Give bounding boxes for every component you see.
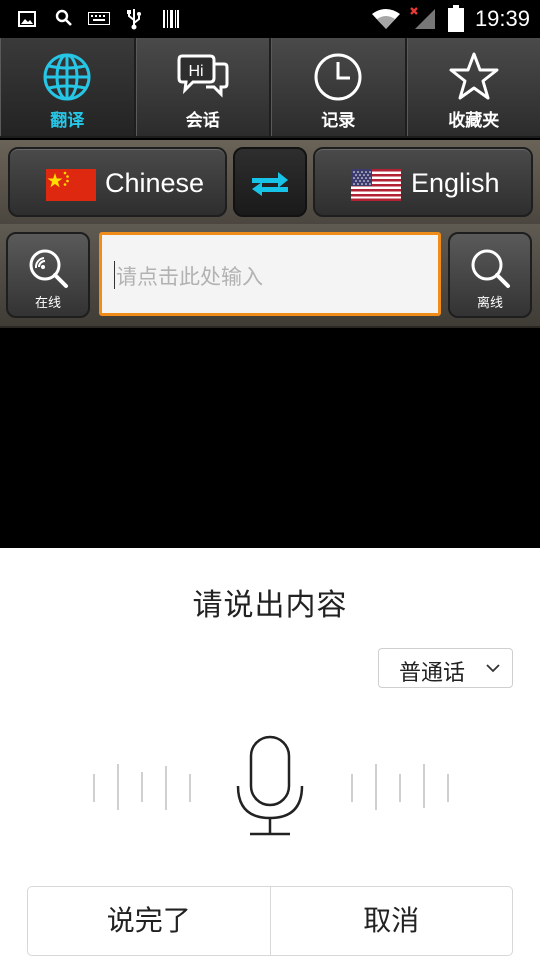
tab-bar: 翻译 Hi 会话 记录 收藏夹 [0, 38, 540, 138]
china-flag-icon [46, 169, 96, 201]
clock-icon [314, 53, 362, 101]
source-language-button[interactable]: Chinese [8, 147, 227, 217]
tab-history[interactable]: 记录 [271, 38, 407, 136]
done-speaking-button[interactable]: 说完了 [28, 887, 270, 955]
usb-icon [127, 9, 141, 30]
online-search-icon [29, 249, 68, 288]
target-language-label: English [411, 168, 500, 198]
wave-bar [423, 764, 425, 808]
speech-language-value: 普通话 [399, 661, 466, 686]
tab-translate[interactable]: 翻译 [0, 38, 136, 136]
wifi-icon [372, 9, 400, 29]
microphone-icon[interactable] [232, 734, 308, 838]
status-time: 19:39 [474, 6, 530, 31]
offline-label: 离线 [476, 296, 503, 311]
wave-bar [141, 772, 143, 802]
language-bar: Chinese English [0, 140, 540, 224]
source-language-label: Chinese [105, 168, 205, 198]
search-input[interactable]: 请点击此处输入 [99, 232, 441, 316]
tab-history-label: 记录 [321, 111, 356, 131]
search-bar: 在线 请点击此处输入 离线 [0, 224, 540, 328]
wave-bar [399, 774, 401, 802]
status-bar: 19:39 [0, 0, 540, 38]
star-icon [449, 52, 499, 100]
voice-input-dialog: 请说出内容 普通话 说完了 取消 [0, 548, 540, 960]
tab-conversation[interactable]: Hi 会话 [135, 38, 271, 136]
speech-language-dropdown[interactable]: 普通话 [378, 648, 513, 688]
tab-favorites[interactable]: 收藏夹 [406, 38, 540, 136]
translation-result-area [0, 328, 540, 548]
wave-bar [93, 774, 95, 802]
usa-flag-icon [351, 169, 401, 201]
wave-bar [447, 774, 449, 802]
online-search-button[interactable]: 在线 [6, 232, 90, 318]
chat-bubble-icon: Hi [177, 54, 229, 98]
signal-icon [410, 7, 435, 29]
chevron-down-icon [486, 664, 500, 673]
target-language-button[interactable]: English [313, 147, 533, 217]
search-placeholder: 请点击此处输入 [116, 265, 263, 289]
offline-search-button[interactable]: 离线 [448, 232, 532, 318]
swap-arrows-icon [252, 172, 288, 196]
battery-icon [448, 5, 464, 32]
text-caret [114, 261, 115, 289]
wave-bar [189, 774, 191, 802]
keyboard-icon [88, 12, 110, 25]
wave-bar [165, 766, 167, 810]
tab-favorites-label: 收藏夹 [448, 111, 500, 131]
search-icon [55, 9, 72, 26]
gallery-icon [18, 11, 36, 27]
wave-bar [375, 764, 377, 810]
tab-translate-label: 翻译 [50, 111, 85, 131]
voice-dialog-title: 请说出内容 [192, 588, 348, 623]
wave-bar [117, 764, 119, 810]
online-label: 在线 [34, 296, 61, 311]
barcode-icon [163, 10, 179, 28]
wave-bar [351, 774, 353, 802]
tab-conversation-label: 会话 [185, 111, 220, 131]
svg-text:Hi: Hi [188, 63, 203, 80]
globe-icon [43, 53, 91, 101]
dialog-button-bar: 说完了 取消 [27, 886, 513, 956]
swap-languages-button[interactable] [233, 147, 307, 217]
offline-search-icon [471, 249, 510, 288]
cancel-button[interactable]: 取消 [269, 887, 513, 955]
